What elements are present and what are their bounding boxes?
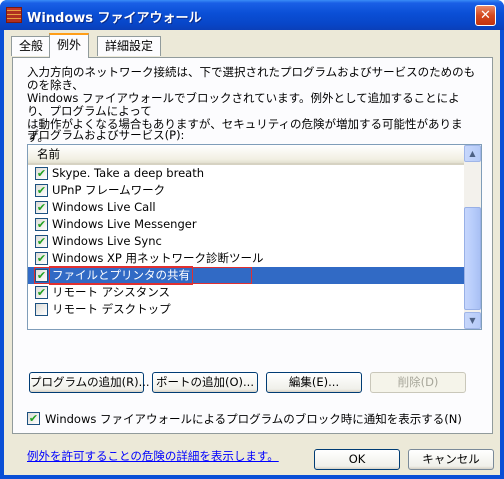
- list-item[interactable]: ✔ リモート アシスタンス: [28, 284, 464, 301]
- list-item-label: Windows Live Call: [52, 200, 156, 214]
- firewall-wall-icon: [6, 7, 22, 23]
- tab-general[interactable]: 全般: [11, 36, 52, 56]
- checkbox[interactable]: [35, 303, 48, 316]
- title-bar[interactable]: Windows ファイアウォール ✕: [0, 0, 504, 30]
- notify-checkbox[interactable]: ✔: [27, 412, 40, 425]
- risk-details-link[interactable]: 例外を許可することの危険の詳細を表示します。: [27, 448, 279, 464]
- checkbox[interactable]: ✔: [35, 269, 48, 282]
- ok-button[interactable]: OK: [314, 449, 400, 470]
- programs-listview[interactable]: 名前 ✔ Skype. Take a deep breath ✔ UPnP フレ…: [27, 144, 482, 330]
- list-item-label: Windows XP 用ネットワーク診断ツール: [52, 251, 264, 265]
- list-item-label: Windows Live Sync: [52, 234, 162, 248]
- scroll-thumb[interactable]: [464, 207, 481, 310]
- list-item[interactable]: ✔ Windows Live Call: [28, 199, 464, 216]
- checkbox[interactable]: ✔: [35, 286, 48, 299]
- checkbox[interactable]: ✔: [35, 235, 48, 248]
- checkbox[interactable]: ✔: [35, 184, 48, 197]
- add-program-button[interactable]: プログラムの追加(R)...: [29, 372, 150, 393]
- list-item-label: Windows Live Messenger: [52, 217, 197, 231]
- list-item-label: Skype. Take a deep breath: [52, 166, 204, 180]
- edit-button[interactable]: 編集(E)...: [266, 372, 362, 393]
- column-header-name[interactable]: 名前: [28, 145, 464, 165]
- list-item-selected[interactable]: ✔ ファイルとプリンタの共有: [28, 266, 464, 285]
- programs-list-label: プログラムおよびサービス(P):: [27, 128, 185, 142]
- window-title: Windows ファイアウォール: [27, 11, 202, 26]
- list-item-label: リモート デスクトップ: [52, 302, 171, 316]
- scroll-down-arrow-icon[interactable]: ▼: [464, 312, 481, 329]
- dialog-client: 全般 例外 詳細設定 入力方向のネットワーク接続は、下で選択されたプログラムおよ…: [4, 30, 500, 475]
- list-item[interactable]: ✔ UPnP フレームワーク: [28, 182, 464, 199]
- list-item[interactable]: ✔ Windows Live Sync: [28, 233, 464, 250]
- list-item[interactable]: リモート デスクトップ: [28, 301, 464, 318]
- notify-label: Windows ファイアウォールによるプログラムのブロック時に通知を表示する(N…: [45, 412, 462, 426]
- checkbox[interactable]: ✔: [35, 167, 48, 180]
- list-item-label: UPnP フレームワーク: [52, 183, 166, 197]
- list-item-label: リモート アシスタンス: [52, 285, 170, 299]
- delete-button[interactable]: 削除(D): [370, 372, 466, 393]
- list-item[interactable]: ✔ Windows Live Messenger: [28, 216, 464, 233]
- cancel-button[interactable]: キャンセル: [408, 449, 494, 470]
- scroll-up-arrow-icon[interactable]: ▲: [464, 145, 481, 162]
- vertical-scrollbar[interactable]: ▲ ▼: [464, 145, 481, 329]
- list-item[interactable]: ✔ Skype. Take a deep breath: [28, 165, 464, 182]
- exceptions-panel: 入力方向のネットワーク接続は、下で選択されたプログラムおよびサービスのためのもの…: [12, 57, 493, 463]
- close-button[interactable]: ✕: [475, 5, 496, 26]
- firewall-window: Windows ファイアウォール ✕ 全般 例外 詳細設定 入力方向のネットワー…: [0, 0, 504, 479]
- add-port-button[interactable]: ポートの追加(O)...: [152, 372, 258, 393]
- checkbox[interactable]: ✔: [35, 252, 48, 265]
- checkbox[interactable]: ✔: [35, 218, 48, 231]
- programs-rows: ✔ Skype. Take a deep breath ✔ UPnP フレームワ…: [28, 165, 464, 318]
- list-item-label: ファイルとプリンタの共有: [49, 266, 193, 285]
- tab-exceptions[interactable]: 例外: [49, 33, 90, 58]
- checkbox[interactable]: ✔: [35, 201, 48, 214]
- tab-advanced[interactable]: 詳細設定: [97, 36, 162, 56]
- list-item[interactable]: ✔ Windows XP 用ネットワーク診断ツール: [28, 250, 464, 267]
